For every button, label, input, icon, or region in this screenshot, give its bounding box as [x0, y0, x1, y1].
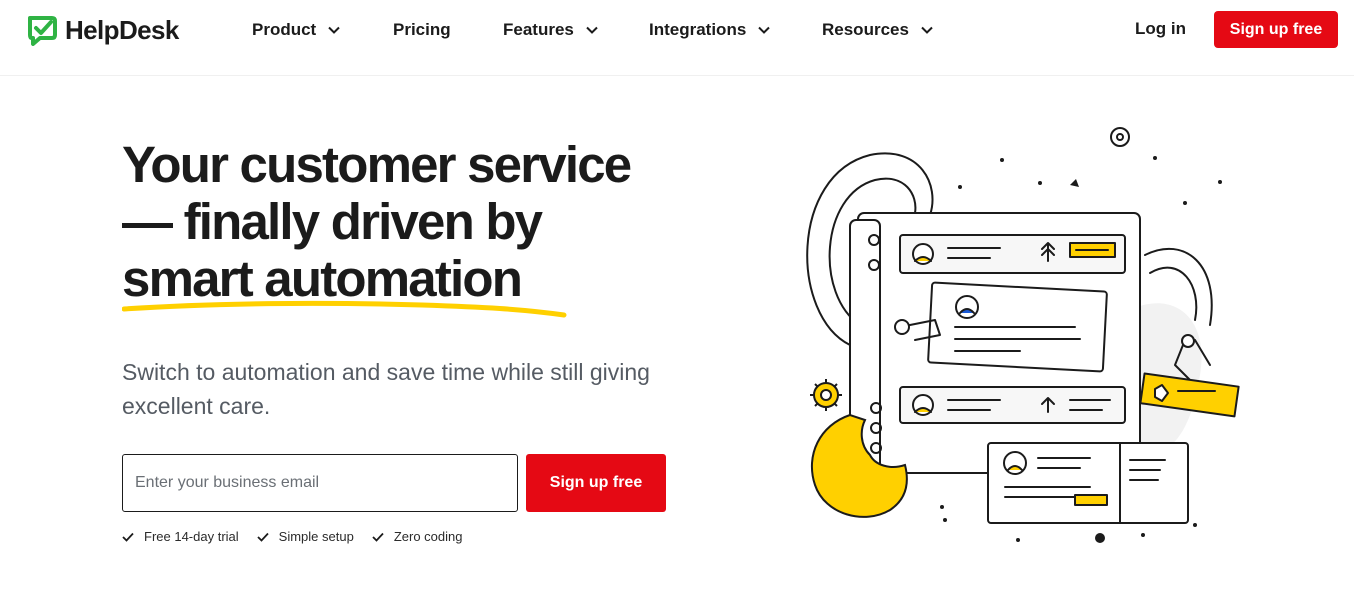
feature-label: Simple setup: [278, 529, 354, 544]
hero-title: Your customer service — finally driven b…: [122, 136, 722, 307]
login-link[interactable]: Log in: [1135, 19, 1186, 39]
nav-product-label: Product: [252, 20, 317, 39]
feature-item: Simple setup: [257, 529, 354, 544]
check-icon: [122, 532, 134, 542]
check-icon: [372, 532, 384, 542]
chevron-down-icon: [586, 26, 598, 34]
chevron-down-icon: [921, 26, 933, 34]
feature-label: Zero coding: [393, 529, 463, 544]
signup-hero-button[interactable]: Sign up free: [526, 454, 666, 512]
nav-features-label: Features: [503, 20, 574, 39]
feature-label: Free 14-day trial: [144, 529, 239, 544]
hero-title-line-1: Your customer service: [122, 136, 632, 193]
nav-resources[interactable]: Resources: [822, 19, 933, 41]
signup-header-button[interactable]: Sign up free: [1214, 11, 1338, 48]
nav-integrations-label: Integrations: [649, 20, 747, 39]
check-icon: [257, 532, 269, 542]
chevron-down-icon: [758, 26, 771, 34]
feature-list: Free 14-day trial Simple setup Zero codi…: [122, 529, 480, 544]
chevron-down-icon: [328, 26, 340, 34]
logo-check-icon: [28, 16, 57, 46]
nav-product[interactable]: Product: [252, 19, 340, 41]
hero-subtitle: Switch to automation and save time while…: [122, 359, 650, 419]
hero-title-line-2: — finally driven by: [122, 193, 543, 250]
logo[interactable]: HelpDesk: [26, 15, 179, 46]
site-header: HelpDesk Product Pricing Features Integr…: [0, 0, 1354, 76]
email-input[interactable]: [122, 454, 518, 512]
logo-text: HelpDesk: [65, 15, 179, 45]
feature-item: Zero coding: [372, 529, 463, 544]
nav-integrations[interactable]: Integrations: [649, 19, 771, 41]
nav-features[interactable]: Features: [503, 19, 598, 41]
nav-pricing[interactable]: Pricing: [393, 19, 451, 41]
nav-resources-label: Resources: [822, 20, 909, 39]
automation-illustration: [806, 127, 1240, 543]
highlight-underline: [122, 300, 567, 318]
feature-item: Free 14-day trial: [122, 529, 239, 544]
nav-pricing-label: Pricing: [393, 20, 451, 39]
